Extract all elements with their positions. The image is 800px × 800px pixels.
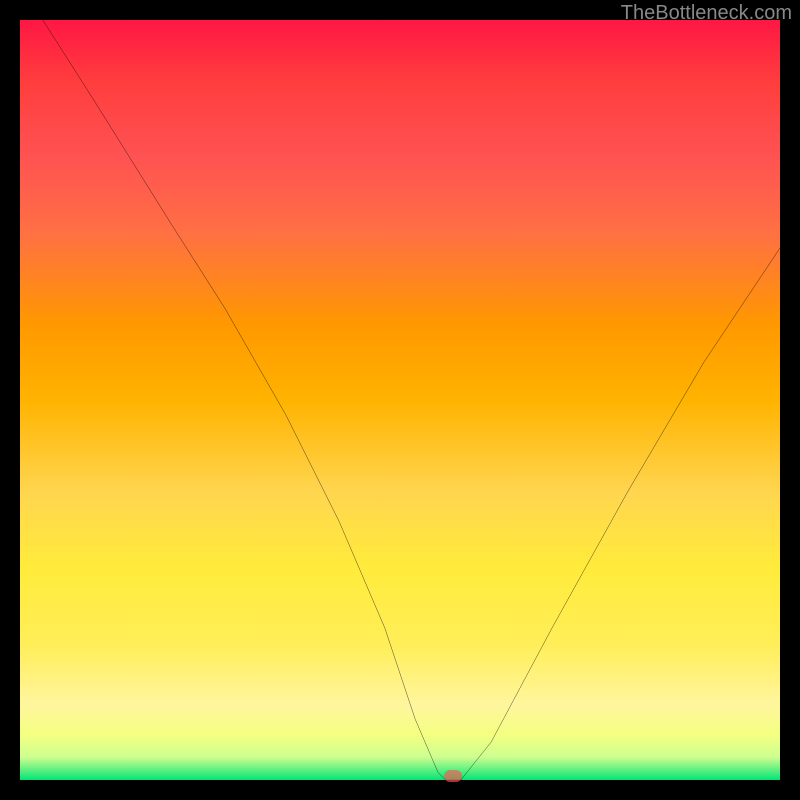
bottleneck-curve <box>20 20 780 780</box>
optimal-point-marker <box>444 770 462 782</box>
chart-plot-area <box>20 20 780 780</box>
watermark-text: TheBottleneck.com <box>621 2 792 25</box>
